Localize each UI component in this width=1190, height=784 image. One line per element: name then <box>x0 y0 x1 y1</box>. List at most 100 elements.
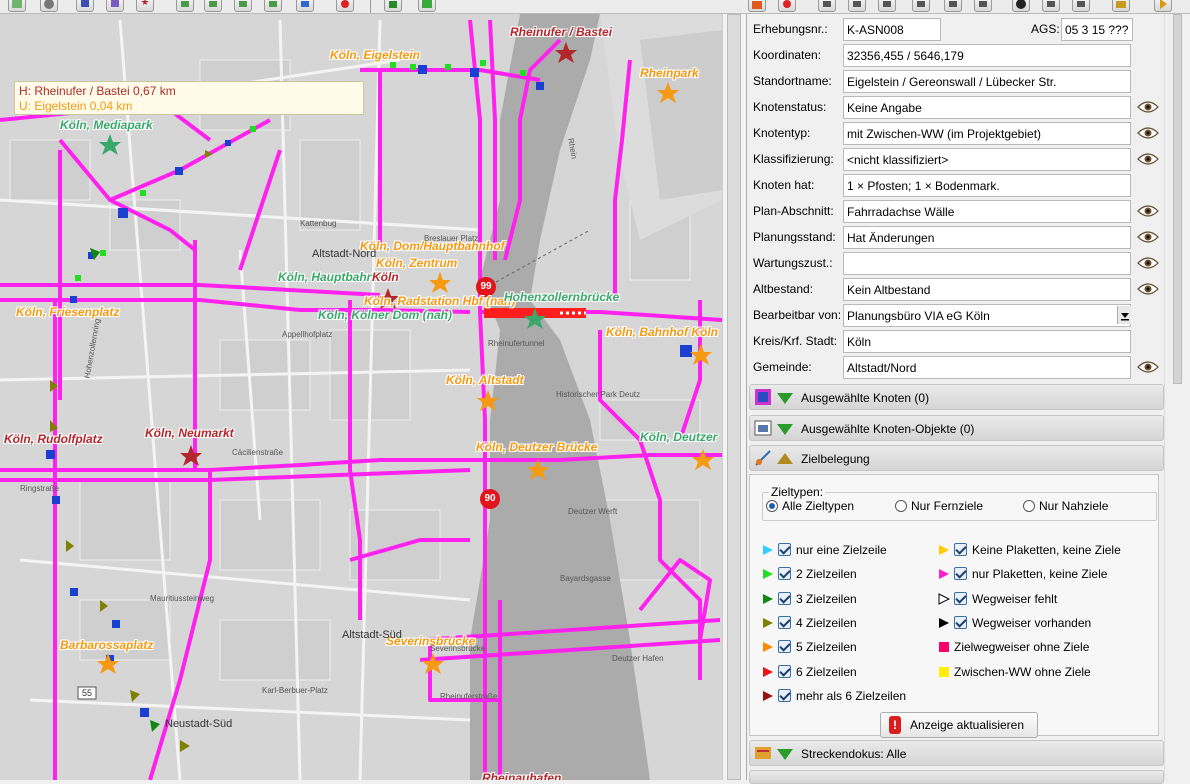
export-icon[interactable] <box>748 0 766 12</box>
map-label[interactable]: Rheinauhafen <box>482 771 561 780</box>
field-row: Bearbeitbar von: Planungsbüro VIA eG Köln <box>753 303 1163 329</box>
map-label[interactable]: Köln, Altstadt <box>446 373 524 387</box>
checkbox[interactable] <box>778 543 791 556</box>
eye-icon[interactable] <box>1137 100 1159 114</box>
checkbox[interactable] <box>954 615 967 629</box>
network-edit-icon[interactable] <box>878 0 896 12</box>
star-icon[interactable] <box>136 0 154 12</box>
field-value[interactable] <box>843 252 1131 275</box>
checkbox[interactable] <box>778 640 791 654</box>
nodes-icon[interactable] <box>944 0 962 12</box>
panel-scrollbar-thumb[interactable] <box>1173 14 1182 384</box>
radio-nur-nahziele[interactable]: Nur Nahziele <box>1023 499 1108 513</box>
field-row: Klassifizierung: <nicht klassifiziert> <box>753 147 1163 173</box>
eye-icon[interactable] <box>1137 256 1159 270</box>
map-label[interactable]: Köln, Rudolfplatz <box>4 432 103 446</box>
zoom-icon[interactable] <box>418 0 436 12</box>
edit-route-icon[interactable] <box>234 0 252 12</box>
eye-icon[interactable] <box>1137 230 1159 244</box>
map-label[interactable]: Köln, Bahnhof Köln <box>606 325 718 339</box>
measure-icon[interactable] <box>912 0 930 12</box>
map-label[interactable]: Barbarossaplatz <box>60 638 153 652</box>
eye-icon[interactable] <box>1137 360 1159 374</box>
group-alt-icon[interactable] <box>1072 0 1090 12</box>
section-ausgewaehlte-knoten-objekte[interactable]: Ausgewählte Knoten-Objekte (0) <box>749 415 1164 441</box>
field-value[interactable]: Altstadt/Nord <box>843 356 1131 379</box>
field-value[interactable]: Keine Angabe <box>843 96 1131 119</box>
map-label[interactable]: Köln, Zentrum <box>376 256 457 270</box>
next-icon[interactable] <box>1154 0 1172 12</box>
map-label[interactable]: Hohenzollernbrücke <box>504 290 619 304</box>
radio-nur-fernziele[interactable]: Nur Fernziele <box>895 499 983 513</box>
folder-icon[interactable] <box>1112 0 1130 12</box>
radio-alle-zieltypen[interactable]: Alle Zieltypen <box>766 499 854 513</box>
field-value[interactable]: 32356,455 / 5646,179 <box>843 44 1131 67</box>
field-label: Kreis/Krf. Stadt: <box>753 334 838 348</box>
checkbox[interactable] <box>954 567 967 581</box>
flag-icon[interactable] <box>76 0 94 12</box>
eye-icon[interactable] <box>1137 152 1159 166</box>
ags-field[interactable]: 05 3 15 ??? <box>1061 18 1133 41</box>
map-label[interactable]: Rheinpark <box>640 66 699 80</box>
edit-icon[interactable] <box>176 0 194 12</box>
chevron-down-icon[interactable] <box>1117 306 1131 324</box>
radio-label: Nur Nahziele <box>1039 499 1109 513</box>
field-value[interactable]: Köln <box>843 330 1131 353</box>
map-label[interactable]: Köln, Eigelstein <box>330 48 420 62</box>
tree-icon[interactable] <box>384 0 402 12</box>
field-value[interactable]: Kein Altbestand <box>843 278 1131 301</box>
edit-sign-icon[interactable] <box>264 0 282 12</box>
map-label[interactable]: Köln, Neumarkt <box>145 426 234 440</box>
pin-icon[interactable] <box>778 0 796 12</box>
field-value[interactable]: 1 × Pfosten; 1 × Bodenmark. <box>843 174 1131 197</box>
map-label[interactable]: Rheinufer / Bastei <box>510 25 612 39</box>
field-value[interactable]: Fahrradachse Wälle <box>843 200 1131 223</box>
checkbox[interactable] <box>954 543 967 556</box>
checkbox[interactable] <box>778 591 791 605</box>
nodes-alt-icon[interactable] <box>974 0 992 12</box>
map-label[interactable]: Köln, Friesenplatz <box>16 305 119 319</box>
map-view[interactable]: 99 90 55 Köln, Eigelstein Rheinufer / Ba… <box>0 14 722 780</box>
bearbeitbar-select[interactable]: Planungsbüro VIA eG Köln <box>843 304 1131 327</box>
refresh-display-button[interactable]: ! Anzeige aktualisieren <box>880 712 1038 738</box>
help-icon[interactable] <box>40 0 58 12</box>
eye-icon[interactable] <box>1137 282 1159 296</box>
eye-icon[interactable] <box>1137 204 1159 218</box>
checkbox[interactable] <box>778 615 791 629</box>
section-title: Ausgewählte Knoten (0) <box>801 391 930 405</box>
field-value[interactable]: Hat Änderungen <box>843 226 1131 249</box>
delete-icon[interactable] <box>336 0 354 12</box>
checkbox[interactable] <box>778 664 791 678</box>
checkbox[interactable] <box>954 591 967 605</box>
info-icon[interactable] <box>1012 0 1030 12</box>
field-label: Gemeinde: <box>753 360 812 374</box>
map-label[interactable]: Köln <box>372 270 399 284</box>
edit-node-icon[interactable] <box>204 0 222 12</box>
map-label[interactable]: Köln, Deutzer <box>640 430 717 444</box>
section-next[interactable] <box>749 770 1164 784</box>
field-value[interactable]: mit Zwischen-WW (im Projektgebiet) <box>843 122 1131 145</box>
map-scrollbar[interactable] <box>722 14 746 780</box>
radio-label: Nur Fernziele <box>911 499 984 513</box>
field-value[interactable]: <nicht klassifiziert> <box>843 148 1131 171</box>
map-label[interactable]: Köln, Radstation Hbf (nah) <box>364 294 515 308</box>
erhebungsnr-field[interactable]: K-ASN008 <box>843 18 941 41</box>
link-icon[interactable] <box>296 0 314 12</box>
checkbox[interactable] <box>778 567 791 581</box>
map-scrollbar-thumb[interactable] <box>727 14 741 780</box>
tool-icon[interactable] <box>818 0 836 12</box>
section-zielbelegung[interactable]: Zielbelegung <box>749 445 1164 471</box>
map-icon[interactable] <box>8 0 26 12</box>
map-label[interactable]: Köln, Deutzer Brücke <box>476 440 597 454</box>
section-streckendokus[interactable]: Streckendokus: Alle <box>749 740 1164 766</box>
checkbox[interactable] <box>778 688 791 702</box>
panel-scrollbar[interactable] <box>1164 14 1190 780</box>
group-icon[interactable] <box>1042 0 1060 12</box>
network-icon[interactable] <box>848 0 866 12</box>
bookmark-icon[interactable] <box>106 0 124 12</box>
field-value[interactable]: Eigelstein / Gereonswall / Lübecker Str. <box>843 70 1131 93</box>
map-label[interactable]: Köln, Mediapark <box>60 118 153 132</box>
map-label[interactable]: Köln, Kölner Dom (nah) <box>318 308 452 322</box>
eye-icon[interactable] <box>1137 126 1159 140</box>
section-ausgewaehlte-knoten[interactable]: Ausgewählte Knoten (0) <box>749 384 1164 410</box>
